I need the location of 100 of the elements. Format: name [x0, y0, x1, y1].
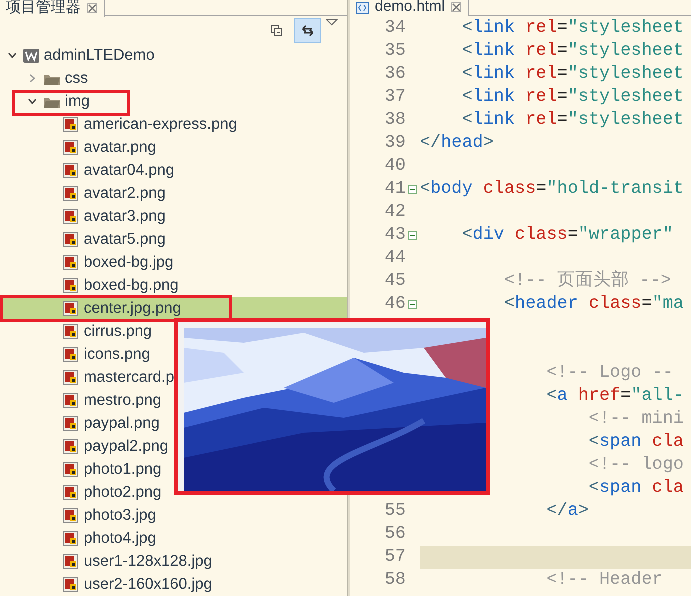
fold-icon[interactable]: [408, 185, 417, 194]
code-line: <span cla: [588, 431, 684, 454]
tree-item-label[interactable]: center.jpg.png: [84, 300, 182, 318]
close-icon[interactable]: [87, 3, 98, 14]
line-number: 46: [384, 294, 406, 314]
two-arrows-icon: [300, 24, 314, 36]
tree-item-label[interactable]: boxed-bg.jpg: [84, 254, 174, 272]
tree-item-label[interactable]: avatar5.png: [84, 230, 166, 248]
tree-item-label[interactable]: mastercard.p: [84, 368, 174, 386]
tree-row[interactable]: center.jpg.png: [0, 297, 347, 320]
code-line: <link rel="stylesheet: [461, 17, 684, 40]
collapsed-chevron-icon[interactable]: [28, 74, 36, 83]
tree-row[interactable]: photo4.jpg: [0, 527, 347, 550]
tree-row[interactable]: icons.png: [0, 343, 347, 366]
project-icon: [23, 48, 40, 64]
tree-row[interactable]: avatar.png: [0, 136, 347, 159]
line-number: 37: [384, 87, 406, 108]
image-file-icon: [63, 209, 78, 224]
line-number: 36: [384, 64, 406, 84]
tree-item-label[interactable]: american-express.png: [84, 116, 238, 134]
line-number: 35: [384, 41, 406, 62]
tree-row[interactable]: avatar5.png: [0, 228, 347, 251]
line-number: 55: [384, 501, 406, 522]
tree-item-label[interactable]: photo4.jpg: [84, 530, 156, 548]
tree-item-label[interactable]: photo1.png: [84, 460, 162, 478]
tree-item-label[interactable]: avatar2.png: [84, 184, 166, 202]
tree-item-label[interactable]: css: [65, 70, 88, 88]
image-file-icon: [63, 416, 78, 431]
expanded-chevron-icon[interactable]: [8, 51, 16, 60]
code-line: <link rel="stylesheet: [461, 40, 684, 63]
fold-icon[interactable]: [408, 300, 417, 309]
tree-row[interactable]: img: [0, 90, 347, 113]
tree-row[interactable]: adminLTEDemo: [0, 44, 347, 67]
code-line: <!-- logo: [588, 454, 684, 477]
tree-row[interactable]: photo2.png: [0, 481, 347, 504]
tree-item-label[interactable]: avatar.png: [84, 138, 156, 156]
tree-row[interactable]: american-express.png: [0, 113, 347, 136]
tree-row[interactable]: css: [0, 67, 347, 90]
tree-row[interactable]: photo3.jpg: [0, 504, 347, 527]
link-editor-button[interactable]: [294, 18, 321, 42]
image-file-icon: [63, 462, 78, 477]
image-file-icon: [63, 140, 78, 155]
tree-row[interactable]: boxed-bg.png: [0, 274, 347, 297]
code-line: </a>: [546, 500, 589, 523]
tree-item-label[interactable]: cirrus.png: [84, 322, 152, 340]
code-line: </head>: [420, 132, 494, 155]
tree-row[interactable]: cirrus.png: [0, 320, 347, 343]
line-number: 40: [384, 156, 406, 176]
tree-item-label[interactable]: photo2.png: [84, 484, 162, 502]
image-file-icon: [63, 232, 78, 247]
tree-item-label[interactable]: photo3.jpg: [84, 506, 156, 524]
tree-item-label[interactable]: adminLTEDemo: [44, 46, 155, 64]
image-file-icon: [63, 508, 78, 523]
tree-item-label[interactable]: paypal.png: [84, 414, 160, 432]
line-number: 56: [384, 524, 406, 544]
image-file-icon: [63, 186, 78, 201]
tree-row[interactable]: user2-160x160.jpg: [0, 573, 347, 596]
tree-item-label[interactable]: boxed-bg.png: [84, 276, 179, 294]
line-number: 57: [384, 547, 406, 568]
close-icon[interactable]: [451, 2, 462, 13]
collapse-icon: [270, 24, 284, 36]
image-file-icon: [63, 255, 78, 270]
tree-item-label[interactable]: mestro.png: [84, 392, 162, 410]
image-file-icon: [63, 370, 78, 385]
code-line: <link rel="stylesheet: [461, 109, 684, 132]
image-file-icon: [63, 324, 78, 339]
tree-row[interactable]: paypal2.png: [0, 435, 347, 458]
tree-row[interactable]: mastercard.p: [0, 366, 347, 389]
tree-row[interactable]: mestro.png: [0, 389, 347, 412]
image-file-icon: [63, 577, 78, 592]
image-file-icon: [63, 531, 78, 546]
code-line: <!-- 页面头部 -->: [503, 270, 672, 293]
tree-item-label[interactable]: user1-128x128.jpg: [84, 552, 212, 570]
expanded-chevron-icon[interactable]: [28, 97, 36, 106]
tree-row[interactable]: paypal.png: [0, 412, 347, 435]
tree-row[interactable]: avatar2.png: [0, 182, 347, 205]
tree-item-label[interactable]: user2-160x160.jpg: [84, 576, 212, 594]
code-line: <body class="hold-transit: [420, 178, 684, 201]
image-file-icon: [63, 163, 78, 178]
line-number: 39: [384, 133, 406, 154]
tree-item-label[interactable]: avatar3.png: [84, 208, 166, 226]
code-line: <!-- Logo --: [546, 362, 674, 385]
tree-item-label[interactable]: icons.png: [84, 346, 150, 364]
line-number: 58: [384, 570, 406, 590]
code-line: <header class="ma: [503, 293, 684, 316]
code-line: <!-- mini: [588, 408, 684, 431]
line-number: 44: [384, 248, 406, 268]
tree-row[interactable]: avatar04.png: [0, 159, 347, 182]
code-line: <div class="wrapper": [461, 224, 674, 247]
tree-row[interactable]: avatar3.png: [0, 205, 347, 228]
tree-item-label[interactable]: img: [65, 92, 90, 110]
line-number: 42: [384, 202, 406, 222]
code-line: <link rel="stylesheet: [461, 63, 684, 86]
tree-row[interactable]: boxed-bg.jpg: [0, 251, 347, 274]
tree-row[interactable]: photo1.png: [0, 458, 347, 481]
tree-item-label[interactable]: avatar04.png: [84, 162, 174, 180]
code-line: <a href="all-: [546, 385, 684, 408]
tree-row[interactable]: user1-128x128.jpg: [0, 550, 347, 573]
tree-item-label[interactable]: paypal2.png: [84, 438, 168, 456]
fold-icon[interactable]: [408, 231, 417, 240]
